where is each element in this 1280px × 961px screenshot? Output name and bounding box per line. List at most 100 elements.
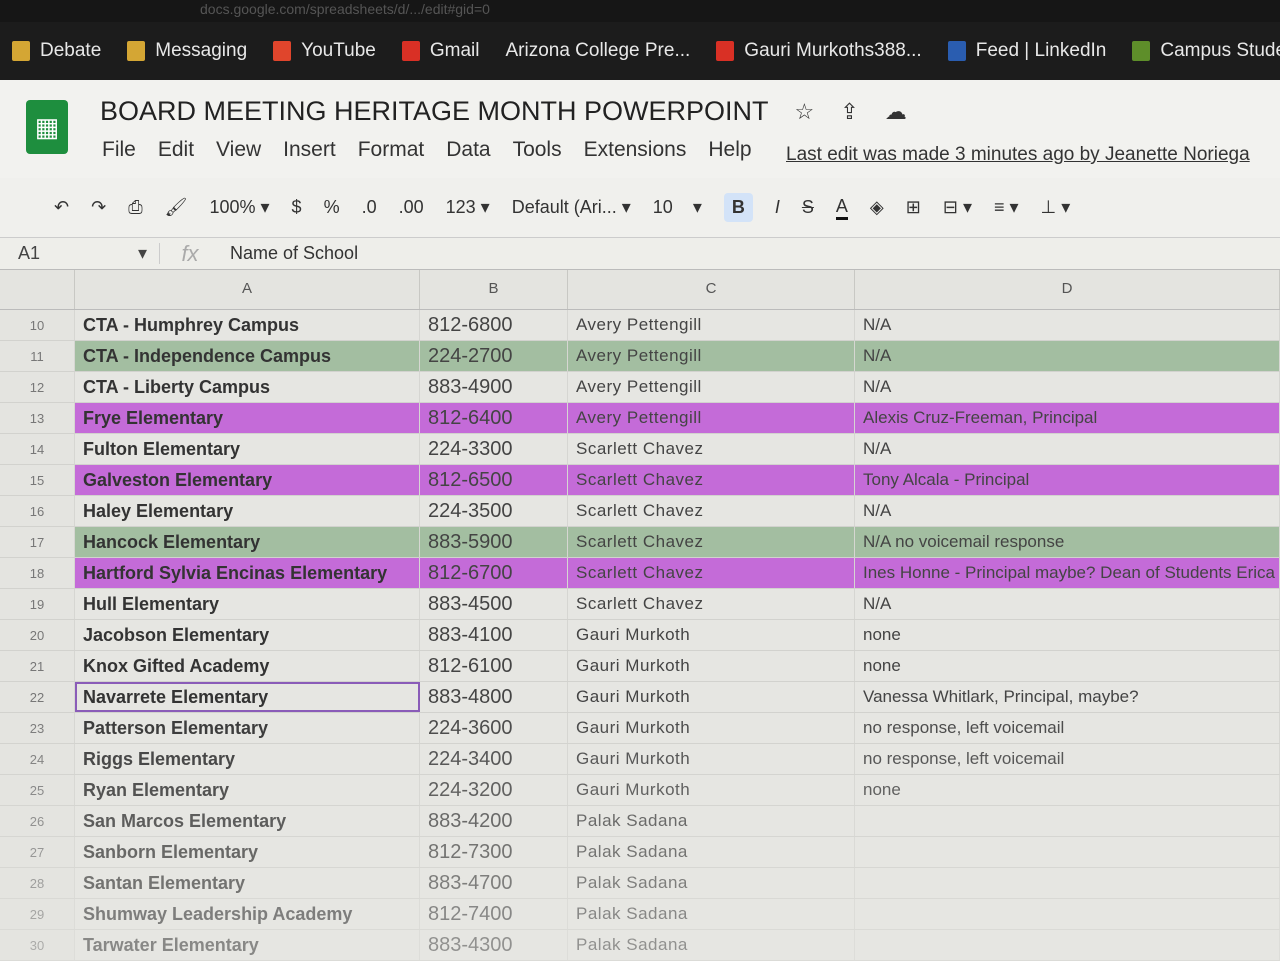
cell-school-name[interactable]: Riggs Elementary [75,744,420,774]
cell-phone[interactable]: 812-6400 [420,403,568,433]
bookmark-item[interactable]: Feed | LinkedIn [947,40,1106,62]
row-number[interactable]: 27 [0,837,75,867]
move-to-drive-icon[interactable]: ⇪ [840,99,858,125]
menu-file[interactable]: File [102,138,136,162]
bookmark-item[interactable]: Messaging [127,40,247,62]
cell-contact-notes[interactable]: N/A [855,434,1280,464]
cell-contact-notes[interactable]: none [855,651,1280,681]
row-number[interactable]: 23 [0,713,75,743]
cell-contact-notes[interactable] [855,930,1280,960]
print-icon[interactable]: ⎙ [128,197,142,218]
cell-assignee[interactable]: Palak Sadana [568,837,855,867]
cell-contact-notes[interactable]: N/A [855,589,1280,619]
bookmark-item[interactable]: Campus Stude [1132,40,1280,62]
select-all-corner[interactable] [0,270,75,309]
percent-button[interactable]: % [324,197,340,218]
cell-school-name[interactable]: Santan Elementary [75,868,420,898]
cell-contact-notes[interactable]: Alexis Cruz-Freeman, Principal [855,403,1280,433]
paint-format-icon[interactable]: 🖌 [165,197,188,218]
vertical-align-icon[interactable]: ⊥ ▾ [1041,197,1071,218]
cell-phone[interactable]: 224-2700 [420,341,568,371]
cell-school-name[interactable]: CTA - Humphrey Campus [75,310,420,340]
cell-contact-notes[interactable]: none [855,775,1280,805]
cell-assignee[interactable]: Gauri Murkoth [568,651,855,681]
cell-phone[interactable]: 883-4900 [420,372,568,402]
cell-school-name[interactable]: Shumway Leadership Academy [75,899,420,929]
cell-phone[interactable]: 812-7400 [420,899,568,929]
cell-assignee[interactable]: Avery Pettengill [568,372,855,402]
address-bar[interactable]: docs.google.com/spreadsheets/d/.../edit#… [0,0,1280,22]
cell-contact-notes[interactable] [855,806,1280,836]
row-number[interactable]: 11 [0,341,75,371]
bookmark-item[interactable]: Gmail [401,40,479,62]
cell-assignee[interactable]: Scarlett Chavez [568,558,855,588]
name-box[interactable]: A1 ▾ [0,243,160,264]
bookmark-item[interactable]: Debate [12,40,101,62]
decrease-decimal-button[interactable]: .0 [362,197,377,218]
italic-button[interactable]: I [775,197,780,218]
cell-assignee[interactable]: Palak Sadana [568,806,855,836]
row-number[interactable]: 17 [0,527,75,557]
currency-button[interactable]: $ [292,197,302,218]
increase-decimal-button[interactable]: .00 [399,197,424,218]
cell-phone[interactable]: 812-7300 [420,837,568,867]
align-icon[interactable]: ≡ ▾ [994,197,1019,218]
cell-phone[interactable]: 224-3400 [420,744,568,774]
cell-assignee[interactable]: Avery Pettengill [568,341,855,371]
cell-assignee[interactable]: Gauri Murkoth [568,744,855,774]
cell-phone[interactable]: 224-3600 [420,713,568,743]
cell-phone[interactable]: 812-6800 [420,310,568,340]
cell-phone[interactable]: 883-4800 [420,682,568,712]
bookmark-item[interactable]: Arizona College Pre... [505,40,690,62]
menu-help[interactable]: Help [708,138,751,162]
row-number[interactable]: 25 [0,775,75,805]
column-header-a[interactable]: A [75,270,420,309]
menu-tools[interactable]: Tools [513,138,562,162]
cell-assignee[interactable]: Gauri Murkoth [568,775,855,805]
cell-contact-notes[interactable]: N/A [855,310,1280,340]
cell-school-name[interactable]: Hull Elementary [75,589,420,619]
cell-school-name[interactable]: Ryan Elementary [75,775,420,805]
cell-contact-notes[interactable]: N/A [855,496,1280,526]
cell-phone[interactable]: 883-4100 [420,620,568,650]
cell-phone[interactable]: 224-3300 [420,434,568,464]
row-number[interactable]: 26 [0,806,75,836]
cell-contact-notes[interactable]: Ines Honne - Principal maybe? Dean of St… [855,558,1280,588]
cell-school-name[interactable]: Haley Elementary [75,496,420,526]
row-number[interactable]: 29 [0,899,75,929]
bookmark-item[interactable]: Gauri Murkoths388... [716,40,922,62]
fill-color-icon[interactable]: ◈ [870,197,884,218]
cell-school-name[interactable]: CTA - Independence Campus [75,341,420,371]
cell-school-name[interactable]: Galveston Elementary [75,465,420,495]
cell-contact-notes[interactable] [855,868,1280,898]
row-number[interactable]: 12 [0,372,75,402]
row-number[interactable]: 21 [0,651,75,681]
row-number[interactable]: 15 [0,465,75,495]
document-title[interactable]: BOARD MEETING HERITAGE MONTH POWERPOINT [100,96,769,127]
font-select[interactable]: Default (Ari... ▾ [512,197,631,218]
cell-assignee[interactable]: Palak Sadana [568,930,855,960]
column-header-d[interactable]: D [855,270,1280,309]
row-number[interactable]: 30 [0,930,75,960]
cell-assignee[interactable]: Gauri Murkoth [568,713,855,743]
cell-school-name[interactable]: San Marcos Elementary [75,806,420,836]
menu-extensions[interactable]: Extensions [584,138,687,162]
cell-school-name[interactable]: CTA - Liberty Campus [75,372,420,402]
row-number[interactable]: 14 [0,434,75,464]
formula-input[interactable]: Name of School [220,243,358,264]
cell-school-name[interactable]: Jacobson Elementary [75,620,420,650]
last-edit-link[interactable]: Last edit was made 3 minutes ago by Jean… [786,144,1250,166]
cell-contact-notes[interactable]: N/A [855,372,1280,402]
undo-icon[interactable]: ↶ [54,197,69,218]
more-formats-button[interactable]: 123 ▾ [446,197,490,218]
cell-phone[interactable]: 883-5900 [420,527,568,557]
cell-assignee[interactable]: Avery Pettengill [568,403,855,433]
cell-phone[interactable]: 883-4200 [420,806,568,836]
row-number[interactable]: 13 [0,403,75,433]
cell-assignee[interactable]: Scarlett Chavez [568,527,855,557]
row-number[interactable]: 16 [0,496,75,526]
cell-assignee[interactable]: Avery Pettengill [568,310,855,340]
cell-contact-notes[interactable] [855,837,1280,867]
cell-phone[interactable]: 224-3200 [420,775,568,805]
sheets-logo-icon[interactable]: ▦ [26,100,68,154]
